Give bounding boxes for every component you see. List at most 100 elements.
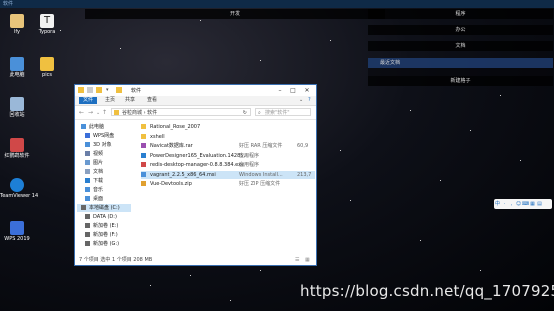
nav-item[interactable]: 下载 — [85, 177, 103, 185]
desktop-icon-teamviewer[interactable]: TeamViewer 14 — [0, 178, 39, 199]
star — [190, 275, 191, 276]
refresh-icon[interactable]: ↻ — [243, 109, 247, 117]
file-explorer-window[interactable]: ▾ 软件 – □ ✕ 文件 主页 共享 查看 ⌄ ? ← → ⌄ ↑ 谷粒商城 … — [74, 84, 317, 266]
forward-arrow-icon[interactable]: → — [88, 109, 93, 116]
teamviewer-icon — [10, 178, 24, 192]
tab-home[interactable]: 主页 — [103, 97, 117, 104]
star — [440, 180, 441, 181]
file-row[interactable]: vagrant_2.2.5_x86_64.msi Windows Install.… — [141, 170, 315, 179]
ime-toolbar[interactable]: 中 ·, ☺⌨▦ ▤ — [494, 199, 552, 209]
nav-item-label: 新加卷 (F:) — [93, 232, 118, 238]
desktop-icon-lfy[interactable]: lfy — [0, 14, 34, 35]
file-row[interactable]: Rational_Rose_2007 — [141, 123, 315, 131]
fence-new-header[interactable]: 新建格子 — [368, 76, 553, 86]
nav-item[interactable]: 新加卷 (F:) — [85, 231, 118, 239]
close-button[interactable]: ✕ — [302, 86, 312, 95]
file-row[interactable]: redis-desktop-manager-0.8.8.384.exe 应用程序 — [141, 161, 315, 169]
ime-toolbox-icon[interactable]: ▦ — [529, 199, 536, 209]
ime-comma[interactable]: , — [508, 199, 515, 209]
help-icon[interactable]: ? — [306, 97, 313, 104]
star — [260, 60, 261, 61]
nav-item[interactable]: DATA (D:) — [85, 213, 117, 221]
maximize-button[interactable]: □ — [288, 86, 298, 95]
nav-item[interactable]: 音乐 — [85, 186, 103, 194]
ime-chinese-mode[interactable]: 中 — [494, 199, 501, 209]
nav-item[interactable]: 3D 对象 — [85, 141, 112, 149]
drive-icon — [85, 232, 90, 237]
desktop-icon-typora[interactable]: T Typora — [30, 14, 64, 35]
up-arrow-icon[interactable]: ↑ — [102, 109, 107, 116]
fence-dev-header[interactable]: 开发 — [85, 9, 385, 19]
file-name: redis-desktop-manager-0.8.8.384.exe — [150, 162, 245, 168]
cloud-icon — [85, 133, 90, 138]
ime-keyboard-icon[interactable]: ⌨ — [522, 199, 529, 209]
ime-punctuation[interactable]: · — [501, 199, 508, 209]
file-type: 好压 RAR 压缩文件 — [239, 143, 283, 149]
nav-item[interactable]: 新加卷 (E:) — [85, 222, 118, 230]
folder-icon — [141, 133, 146, 139]
explorer-titlebar[interactable]: ▾ 软件 – □ ✕ — [75, 85, 316, 96]
fence-dev-title: 开发 — [229, 11, 240, 17]
file-type: 应用程序 — [239, 152, 260, 159]
nav-item-label: 此电脑 — [89, 124, 105, 130]
back-arrow-icon[interactable]: ← — [79, 109, 84, 116]
desktop-icon-label: 此电脑 — [9, 72, 25, 78]
nav-item-label: 3D 对象 — [93, 142, 112, 148]
desktop-icon-label: TeamViewer 14 — [0, 193, 39, 199]
details-view-icon[interactable]: ☰ — [295, 256, 299, 265]
ime-emoji-icon[interactable]: ☺ — [515, 199, 522, 209]
desktop-icon-parrot[interactable]: 红鹦鹉软件 — [0, 138, 34, 159]
fence-docs-header[interactable]: 文档 — [368, 41, 553, 51]
address-bar: ← → ⌄ ↑ 谷粒商城 › 软件 ↻ ⌕ 搜索"软件" — [75, 106, 316, 120]
fence-recent-body — [368, 68, 553, 76]
properties-icon[interactable] — [87, 87, 93, 93]
star — [350, 200, 351, 201]
desktop-icon-label: pics — [42, 72, 52, 78]
file-type: 好压 ZIP 压缩文件 — [239, 181, 281, 187]
parrot-app-icon — [10, 138, 24, 152]
file-row[interactable]: Navicat数据库.rar 好压 RAR 压缩文件 60,9 — [141, 142, 315, 150]
fence-office-header[interactable]: 办公 — [368, 25, 553, 35]
minimize-button[interactable]: – — [275, 86, 285, 95]
fence-programs-header[interactable]: 程序 — [368, 9, 553, 19]
quick-access-dropdown-icon[interactable]: ▾ — [106, 87, 110, 93]
file-row[interactable]: xshell — [141, 133, 315, 141]
file-row[interactable]: PowerDesigner165_Evaluation.14285... 应用程序 — [141, 152, 315, 160]
nav-item[interactable]: 视频 — [85, 150, 103, 158]
nav-item-label: 图片 — [93, 160, 104, 166]
nav-item[interactable]: 新加卷 (G:) — [85, 240, 119, 248]
desktop-icon-pics[interactable]: pics — [30, 57, 64, 78]
large-icons-view-icon[interactable]: ▦ — [305, 256, 310, 265]
desktop-icon-this-pc[interactable]: 此电脑 — [0, 57, 34, 78]
top-bar: 软件 — [0, 0, 554, 8]
fence-recent-header[interactable]: 最近文档 — [368, 58, 553, 68]
nav-item[interactable]: 图片 — [85, 159, 103, 167]
tab-file[interactable]: 文件 — [79, 97, 97, 104]
desktop-icon-label: WPS 2019 — [4, 236, 30, 242]
ime-menu-icon[interactable]: ▤ — [536, 199, 543, 209]
folder-icon — [78, 87, 84, 93]
desktop-icon-recycle-bin[interactable]: 回收站 — [0, 97, 34, 118]
fence-new-title: 新建格子 — [450, 78, 471, 84]
expand-ribbon-icon[interactable]: ⌄ — [297, 97, 305, 104]
nav-item[interactable]: 此电脑 — [81, 123, 104, 131]
file-type: 应用程序 — [239, 162, 260, 168]
nav-item[interactable]: WPS网盘 — [85, 132, 114, 140]
desktop-icon-wps[interactable]: WPS 2019 — [0, 221, 34, 242]
file-name: Rational_Rose_2007 — [150, 124, 201, 130]
new-folder-icon[interactable] — [96, 87, 102, 93]
address-path[interactable]: 谷粒商城 › 软件 ↻ — [111, 108, 251, 116]
drive-icon — [81, 205, 86, 210]
nav-item-label: 下载 — [93, 178, 104, 184]
nav-item[interactable]: 桌面 — [85, 195, 103, 203]
tab-view[interactable]: 查看 — [145, 97, 159, 104]
nav-item[interactable]: 文档 — [85, 168, 103, 176]
search-input[interactable]: ⌕ 搜索"软件" — [255, 108, 311, 116]
nav-item[interactable]: 本地磁盘 (C:) — [77, 204, 131, 212]
recent-locations-icon[interactable]: ⌄ — [96, 110, 100, 116]
file-row[interactable]: Vue-Devtools.zip 好压 ZIP 压缩文件 — [141, 180, 315, 188]
drive-icon — [85, 223, 90, 228]
tab-share[interactable]: 共享 — [123, 97, 137, 104]
file-name: Vue-Devtools.zip — [150, 181, 192, 187]
picture-icon — [85, 160, 90, 165]
